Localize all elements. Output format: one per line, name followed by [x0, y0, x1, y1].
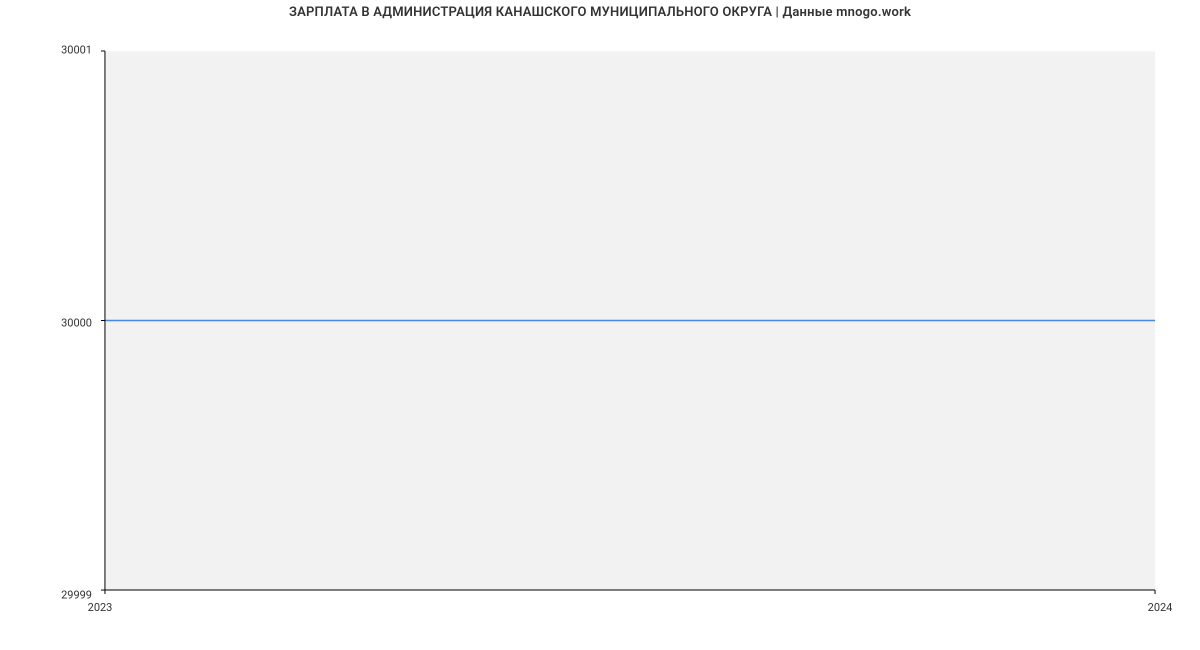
chart-svg	[100, 50, 1160, 595]
chart-plot-area: 299993000030001 20232024	[100, 50, 1160, 595]
chart-title: ЗАРПЛАТА В АДМИНИСТРАЦИЯ КАНАШСКОГО МУНИ…	[0, 0, 1200, 20]
y-tick-label: 29999	[61, 589, 92, 602]
y-tick-label: 30001	[61, 44, 92, 57]
y-tick-label: 30000	[61, 316, 92, 329]
x-tick-label: 2024	[1148, 601, 1173, 614]
x-tick-label: 2023	[88, 601, 113, 614]
